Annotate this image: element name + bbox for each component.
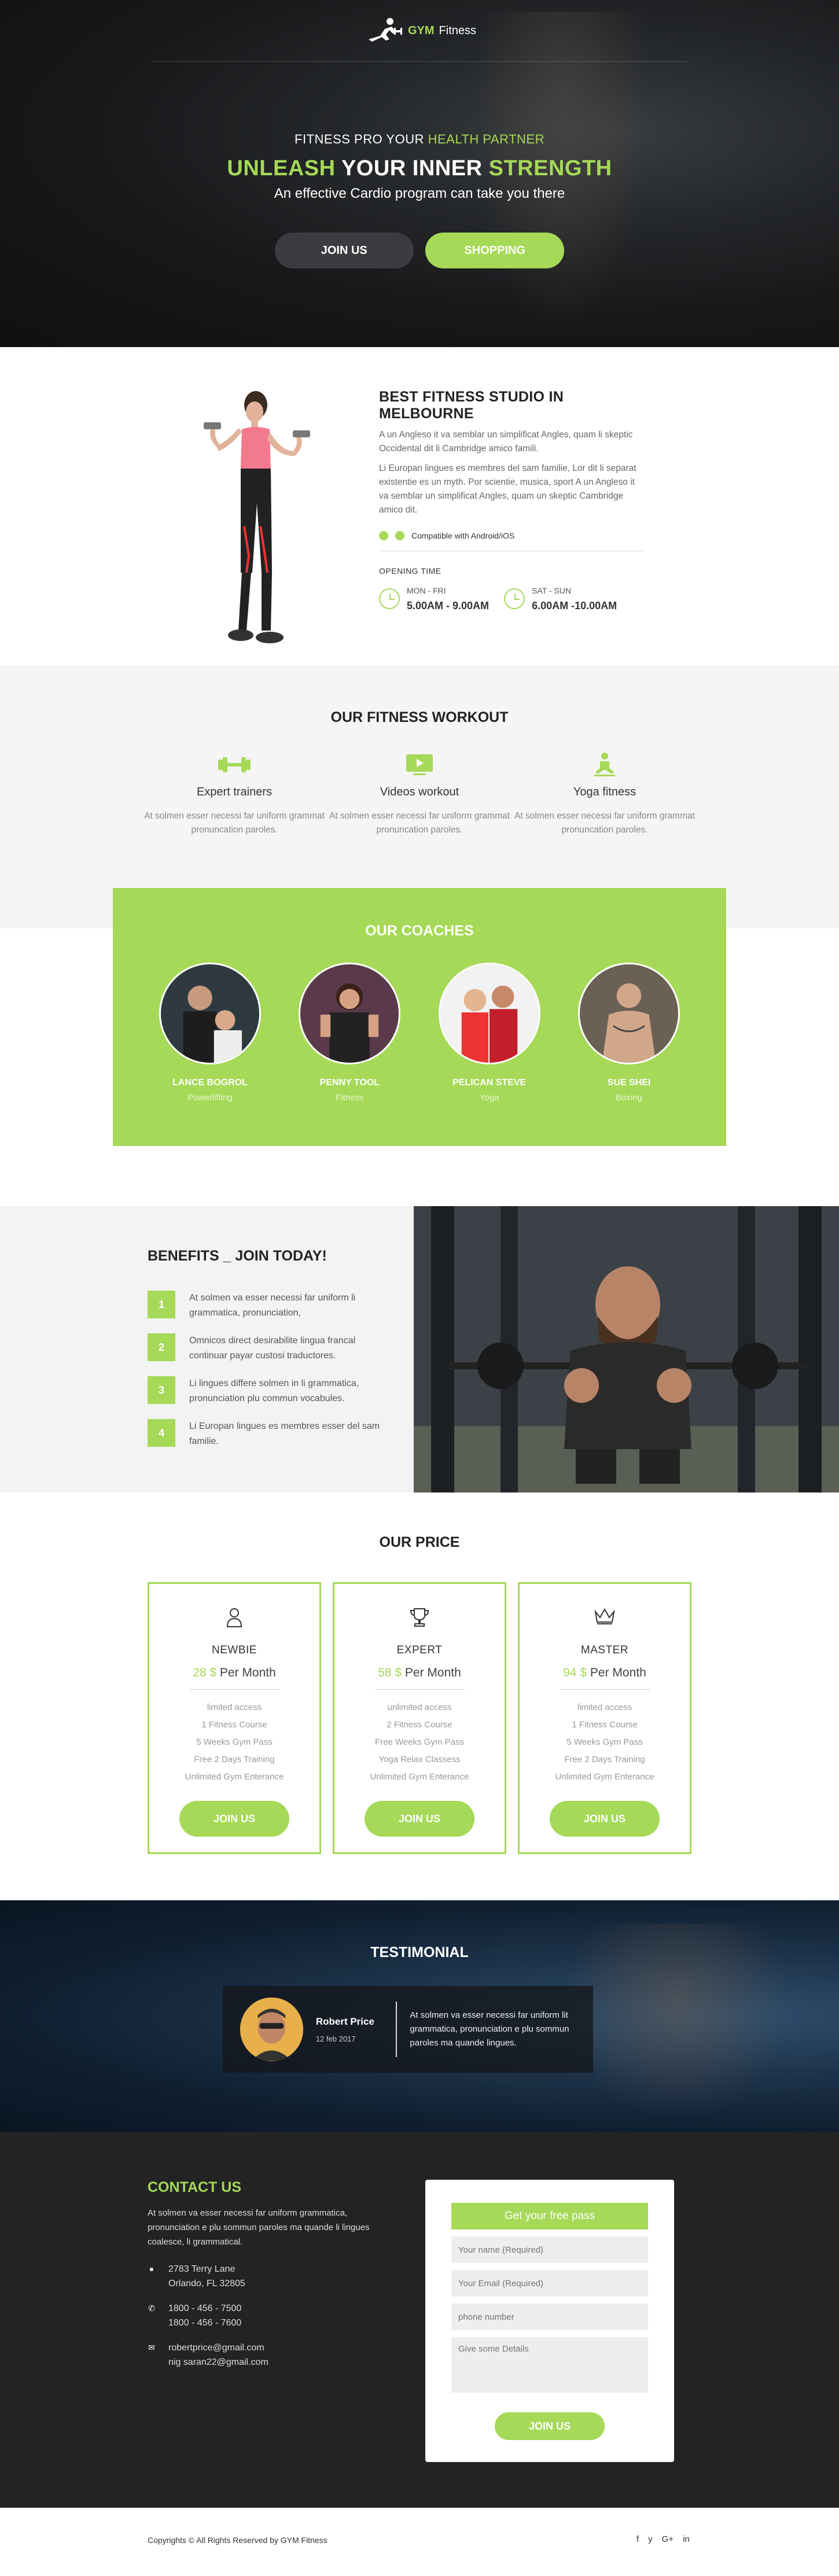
video-icon xyxy=(327,752,512,777)
feature-item: Videos workout At solmen esser necessi f… xyxy=(327,752,512,837)
review-date: 12 feb 2017 xyxy=(315,2034,356,2043)
section-title: BENEFITS _ JOIN TODAY! xyxy=(148,1248,327,1264)
brand-logo[interactable]: GYM Fitness xyxy=(363,16,476,45)
user-icon xyxy=(149,1607,319,1630)
gym-photo xyxy=(414,1206,839,1492)
section-title: OUR FITNESS WORKOUT xyxy=(330,709,509,725)
feature-item: Yoga fitness At solmen esser necessi far… xyxy=(512,752,697,837)
contact-section: CONTACT US At solmen va esser necessi fa… xyxy=(0,2132,839,2508)
hero-subtitle: An effective Cardio program can take you… xyxy=(274,186,565,201)
copyright-text: Copyrights © All Rights Reserved by GYM … xyxy=(148,2536,327,2545)
hero-title: UNLEASH YOUR INNER STRENGTH xyxy=(227,156,612,180)
android-icon xyxy=(379,531,388,540)
benefit-item: 3 Li lingues differe solmen in li gramma… xyxy=(148,1376,391,1406)
section-title: TESTIMONIAL xyxy=(370,1944,469,1960)
testimonial-quote: At solmen va esser necessi far uniform l… xyxy=(410,2010,569,2048)
contact-address: ● 2783 Terry Lane Orlando, FL 32805 xyxy=(148,2262,391,2291)
section-title: CONTACT US xyxy=(148,2179,242,2195)
brand-name: GYM xyxy=(407,24,435,37)
about-section: BEST FITNESS STUDIO IN MELBOURNE A un An… xyxy=(0,347,839,665)
dumbbell-icon xyxy=(142,752,327,777)
trophy-icon xyxy=(334,1607,505,1630)
email-input[interactable] xyxy=(451,2270,648,2297)
form-heading: Get your free pass xyxy=(451,2203,648,2229)
join-us-button[interactable]: JOIN US xyxy=(274,233,414,268)
twitter-icon[interactable]: y xyxy=(648,2534,653,2544)
clock-icon xyxy=(504,588,525,609)
free-pass-form: Get your free pass JOIN US xyxy=(425,2180,674,2462)
benefit-item: 2 Omnicos direct desirabilite lingua fra… xyxy=(148,1333,391,1363)
testimonial-section: TESTIMONIAL Robert Price 12 feb 2017 At … xyxy=(0,1900,839,2132)
phone-input[interactable] xyxy=(451,2304,648,2330)
pricing-card-newbie: NEWBIE 28 $ Per Month limited access 1 F… xyxy=(148,1582,321,1854)
linkedin-icon[interactable]: in xyxy=(683,2534,690,2544)
google-plus-icon[interactable]: G+ xyxy=(662,2534,674,2544)
coach-photo xyxy=(299,963,401,1064)
join-us-submit-button[interactable]: JOIN US xyxy=(495,2412,605,2440)
reviewer-name: Robert Price xyxy=(315,2015,374,2027)
benefits-section: BENEFITS _ JOIN TODAY! 1 At solmen va es… xyxy=(0,1206,839,1492)
about-paragraph: Li Europan lingues es membres del sam fa… xyxy=(379,463,636,515)
contact-phone: ✆ 1800 - 456 - 7500 1800 - 456 - 7600 xyxy=(148,2301,391,2330)
coach-photo xyxy=(159,963,261,1064)
details-textarea[interactable] xyxy=(451,2337,648,2393)
join-us-button[interactable]: JOIN US xyxy=(365,1801,474,1837)
contact-email: ✉ robertprice@gmail.com nig saran22@gmail… xyxy=(148,2341,391,2369)
phone-icon: ✆ xyxy=(148,2304,155,2313)
coach-card[interactable]: SUE SHEI Boxing xyxy=(577,963,680,1103)
avatar xyxy=(240,1998,303,2061)
apple-icon xyxy=(395,531,404,540)
hero-section: GYM Fitness FITNESS PRO YOUR HEALTH PART… xyxy=(0,0,839,347)
compatibility-text: Compatible with Android/iOS xyxy=(411,531,515,540)
mail-icon: ✉ xyxy=(148,2343,155,2352)
benefit-item: 1 At solmen va esser necessi far uniform… xyxy=(148,1291,391,1321)
name-input[interactable] xyxy=(451,2236,648,2263)
hero-kicker: FITNESS PRO YOUR HEALTH PARTNER xyxy=(295,132,544,146)
compatibility-row: Compatible with Android/iOS xyxy=(379,531,645,540)
join-us-button[interactable]: JOIN US xyxy=(550,1801,660,1837)
opening-time-title: OPENING TIME xyxy=(379,566,441,576)
about-paragraph: A un Angleso it va semblar un simplifica… xyxy=(379,430,633,454)
coach-card[interactable]: PENNY TOOL Fitness xyxy=(299,963,401,1103)
opening-hours-weekday: MON - FRI 5.00AM - 9.00AM xyxy=(379,586,489,612)
feature-item: Expert trainers At solmen esser necessi … xyxy=(142,752,327,837)
section-title: OUR COACHES xyxy=(365,923,474,939)
shopping-button[interactable]: SHOPPING xyxy=(425,233,565,268)
testimonial-card: Robert Price 12 feb 2017 At solmen va es… xyxy=(223,1986,593,2073)
social-links: f y G+ in xyxy=(636,2534,690,2544)
coach-photo xyxy=(577,963,680,1064)
coach-photo xyxy=(438,963,540,1064)
pricing-card-master: MASTER 94 $ Per Month limited access 1 F… xyxy=(518,1582,691,1854)
brand-tagline: Fitness xyxy=(439,24,477,37)
header-divider xyxy=(152,61,687,62)
coaches-section: OUR COACHES LANCE BOGROL Powerlifting PE… xyxy=(113,888,726,1146)
section-title: OUR PRICE xyxy=(379,1534,460,1550)
crown-icon xyxy=(520,1607,690,1630)
coach-card[interactable]: LANCE BOGROL Powerlifting xyxy=(159,963,261,1103)
gym-logo-icon xyxy=(368,18,402,42)
clock-icon xyxy=(379,588,400,609)
coach-card[interactable]: PELICAN STEVE Yoga xyxy=(438,963,540,1103)
contact-intro: At solmen va esser necessi far uniform g… xyxy=(148,2208,370,2247)
opening-hours-weekend: SAT - SUN 6.00AM -10.00AM xyxy=(504,586,617,612)
join-us-button[interactable]: JOIN US xyxy=(179,1801,289,1837)
location-pin-icon: ● xyxy=(149,2264,154,2273)
yoga-icon xyxy=(512,752,697,777)
facebook-icon[interactable]: f xyxy=(636,2534,639,2544)
about-title: BEST FITNESS STUDIO IN MELBOURNE xyxy=(379,389,564,422)
fitness-model-image xyxy=(204,391,310,643)
benefit-item: 4 Li Europan lingues es membres esser de… xyxy=(148,1419,391,1449)
footer: Copyrights © All Rights Reserved by GYM … xyxy=(0,2508,839,2576)
pricing-section: OUR PRICE NEWBIE 28 $ Per Month limited … xyxy=(0,1492,839,1900)
pricing-card-expert: EXPERT 58 $ Per Month unlimited access 2… xyxy=(333,1582,506,1854)
